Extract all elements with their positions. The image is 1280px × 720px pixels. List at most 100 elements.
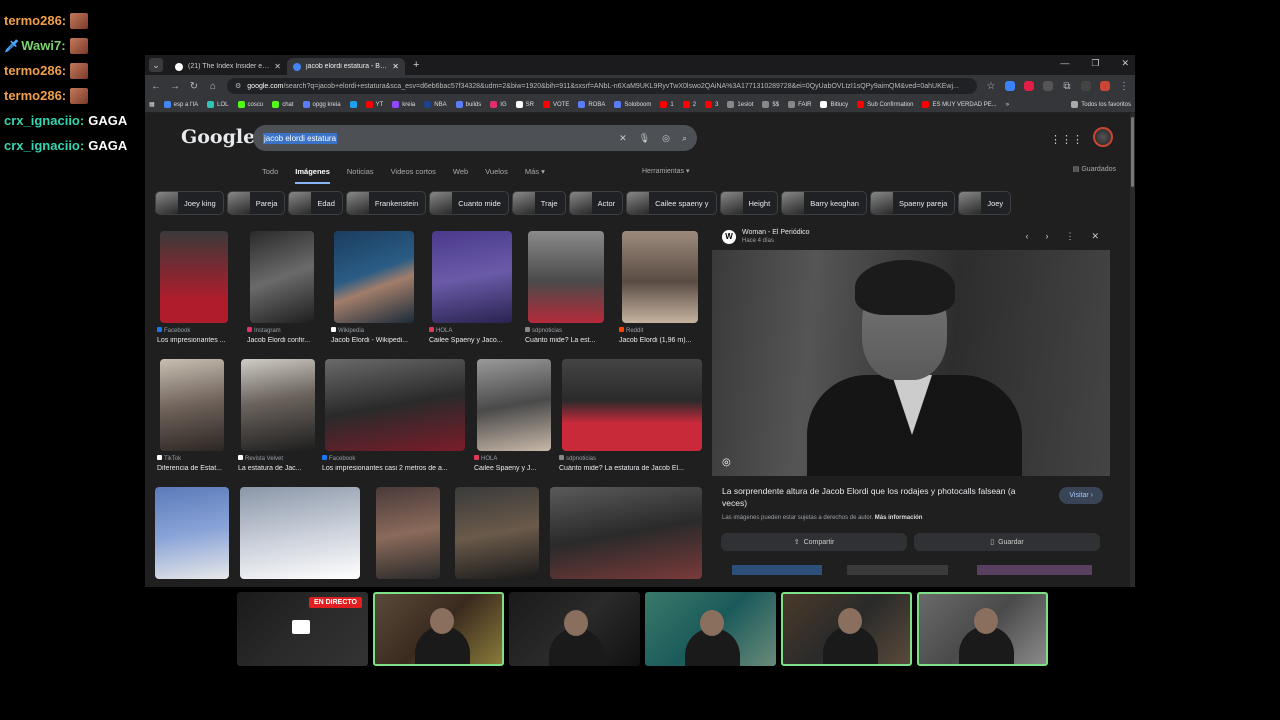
image-result[interactable]: [240, 487, 360, 579]
bookmark[interactable]: chat: [272, 101, 294, 108]
reload-icon[interactable]: ↻: [189, 81, 199, 92]
bookmark[interactable]: 1eslot: [727, 101, 753, 108]
image-result[interactable]: [432, 231, 512, 323]
tab-todo[interactable]: Todo: [262, 167, 278, 184]
visit-button[interactable]: Visitar ›: [1059, 487, 1103, 504]
close-icon[interactable]: ✕: [274, 62, 281, 71]
search-input[interactable]: jacob elordi estatura: [263, 132, 338, 144]
camera-tile[interactable]: [781, 592, 912, 666]
avatar[interactable]: [1093, 127, 1113, 147]
bookmark[interactable]: Soloboom: [614, 101, 651, 108]
image-result[interactable]: [528, 231, 604, 323]
browser-tab-active[interactable]: jacob elordi estatura - Buscar co... ✕: [287, 58, 405, 75]
related-images-strip[interactable]: [732, 565, 1092, 575]
chip[interactable]: Frankenstein: [345, 191, 427, 215]
scrollbar-thumb[interactable]: [1131, 117, 1134, 187]
bookmark[interactable]: Bitlucy: [820, 101, 848, 108]
result-title[interactable]: Cuánto mide? La est...: [525, 337, 605, 344]
save-button[interactable]: ▯ Guardar: [914, 533, 1100, 551]
bookmark[interactable]: Sub Confirmation: [857, 101, 913, 108]
extension-icon[interactable]: [1024, 81, 1034, 91]
tab-web[interactable]: Web: [453, 167, 468, 184]
more-options-icon[interactable]: ⋮: [1065, 231, 1074, 242]
site-info-icon[interactable]: ⚙: [235, 82, 241, 90]
image-result[interactable]: [160, 231, 228, 323]
result-title[interactable]: Cailee Spaeny y Jaco...: [429, 337, 513, 344]
extension-icon[interactable]: [1081, 81, 1091, 91]
chip[interactable]: Barry keoghan: [781, 191, 867, 215]
screen-share-tile[interactable]: EN DIRECTO: [237, 592, 368, 666]
bookmark[interactable]: 3: [705, 101, 718, 108]
chip[interactable]: Spaeny pareja: [869, 191, 956, 215]
apps-icon[interactable]: ▦: [149, 101, 155, 108]
bookmark[interactable]: builds: [455, 101, 481, 108]
bookmark[interactable]: coscu: [237, 101, 263, 108]
lens-search-icon[interactable]: ◎: [722, 457, 731, 468]
result-title[interactable]: La estatura de Jac...: [238, 465, 314, 472]
tab-noticias[interactable]: Noticias: [347, 167, 374, 184]
preview-image[interactable]: ◎: [712, 250, 1110, 476]
microphone-icon[interactable]: 🎙: [639, 133, 650, 144]
result-title[interactable]: Jacob Elordi confir...: [247, 337, 323, 344]
saved-button[interactable]: ▤ Guardados: [1073, 165, 1116, 173]
chip[interactable]: Joey king: [155, 191, 224, 215]
restore-icon[interactable]: ❐: [1091, 58, 1099, 69]
result-title[interactable]: Los impresionantes ...: [157, 337, 235, 344]
bookmark[interactable]: 1: [660, 101, 674, 108]
bookmark[interactable]: esp a l'IA: [163, 101, 198, 108]
bookmarks-more-button[interactable]: »: [1006, 102, 1009, 108]
bookmark[interactable]: IG: [490, 101, 507, 108]
chevron-right-icon[interactable]: ›: [1045, 231, 1048, 242]
camera-tile[interactable]: [917, 592, 1048, 666]
bookmark-star-icon[interactable]: ☆: [986, 81, 996, 92]
clear-icon[interactable]: ✕: [619, 133, 627, 144]
bookmark[interactable]: ROBA: [578, 101, 605, 108]
bookmark[interactable]: ES MUY VERDAD PE...: [922, 101, 997, 108]
result-title[interactable]: Jacob Elordi (1,96 m)...: [619, 337, 701, 344]
all-favorites-folder[interactable]: Todos los favoritos: [1071, 101, 1131, 108]
image-result[interactable]: [376, 487, 440, 579]
camera-tile[interactable]: [645, 592, 776, 666]
close-window-icon[interactable]: ✕: [1121, 58, 1129, 69]
menu-kebab-icon[interactable]: ⋮: [1119, 81, 1129, 92]
image-result[interactable]: [155, 487, 229, 579]
bookmark[interactable]: kreia: [392, 101, 415, 108]
url-field[interactable]: ⚙ google.com /search?q=jacob+elordi+esta…: [227, 78, 977, 94]
bookmark[interactable]: 2: [682, 101, 696, 108]
tab-mas[interactable]: Más ▾: [525, 167, 545, 184]
result-title[interactable]: Cuánto mide? La estatura de Jacob El...: [559, 465, 699, 472]
chip[interactable]: Pareja: [226, 191, 286, 215]
chip[interactable]: Cuanto mide: [429, 191, 509, 215]
result-title[interactable]: Jacob Elordi - Wikipedi...: [331, 337, 415, 344]
tab-vuelos[interactable]: Vuelos: [485, 167, 508, 184]
chip[interactable]: Actor: [568, 191, 624, 215]
result-title[interactable]: Cailee Spaeny y J...: [474, 465, 546, 472]
preview-title[interactable]: La sorprendente altura de Jacob Elordi q…: [722, 485, 1042, 509]
home-icon[interactable]: ⌂: [208, 81, 218, 92]
chevron-left-icon[interactable]: ‹: [1025, 231, 1028, 242]
close-icon[interactable]: ✕: [392, 62, 399, 71]
tab-imagenes[interactable]: Imágenes: [295, 167, 330, 184]
image-result[interactable]: [160, 359, 224, 451]
new-tab-button[interactable]: +: [413, 59, 419, 71]
bookmark[interactable]: VOTE: [542, 101, 569, 108]
image-result[interactable]: [562, 359, 702, 451]
bookmark[interactable]: $$: [762, 101, 779, 108]
result-title[interactable]: Los impresionantes casi 2 metros de a...: [322, 465, 462, 472]
preview-source[interactable]: W Woman - El Periódico Hace 4 días: [722, 229, 810, 244]
image-result[interactable]: [334, 231, 414, 323]
search-icon[interactable]: ⌕: [682, 133, 687, 144]
extension-icon[interactable]: [1100, 81, 1110, 91]
bookmark[interactable]: NBA: [424, 101, 447, 108]
chip[interactable]: Joey: [958, 191, 1012, 215]
bookmark[interactable]: opgg kreia: [302, 101, 341, 108]
chip[interactable]: Edad: [288, 191, 343, 215]
extension-icon[interactable]: [1043, 81, 1053, 91]
bookmark[interactable]: LOL: [207, 101, 229, 108]
browser-tab[interactable]: (21) The Index Insider en X: "Ir... ✕: [169, 58, 287, 75]
chip[interactable]: Cailee spaeny y: [626, 191, 717, 215]
extension-icon[interactable]: [1005, 81, 1015, 91]
image-result[interactable]: [250, 231, 314, 323]
puzzle-icon[interactable]: ⧉: [1062, 81, 1072, 92]
image-result[interactable]: [550, 487, 702, 579]
